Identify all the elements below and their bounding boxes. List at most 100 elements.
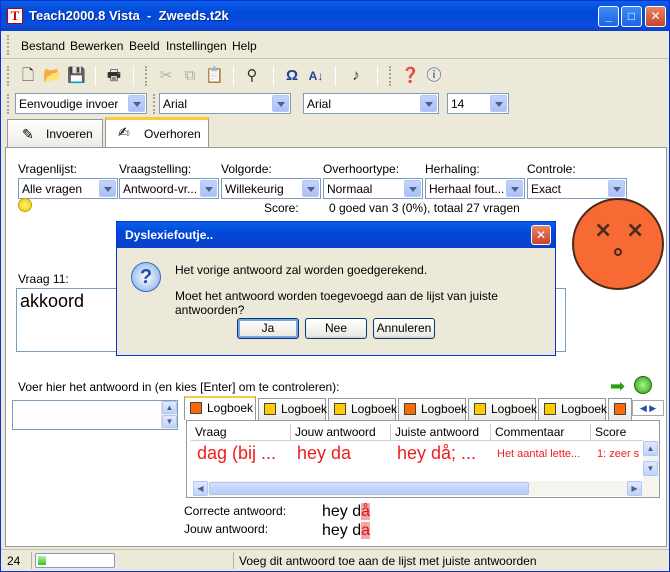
font-size-select[interactable]: 14 — [447, 93, 509, 114]
logbook-tab[interactable]: Logboek — [468, 398, 537, 420]
toolbar-grip[interactable] — [153, 94, 156, 114]
scroll-left-icon[interactable]: ◀ — [193, 481, 208, 496]
dyslexia-dialog: Dyslexiefoutje.. ✕ ? Het vorige antwoord… — [116, 221, 556, 356]
answer-font-select[interactable]: Arial — [303, 93, 439, 114]
check-circle-icon[interactable] — [634, 376, 652, 394]
close-button[interactable]: ✕ — [645, 6, 666, 27]
copy-icon[interactable]: ⧉ — [181, 67, 199, 85]
answer-input[interactable]: ▲ ▼ — [12, 400, 178, 430]
tab-overhoren[interactable]: ✍ Overhoren — [105, 117, 209, 148]
new-file-icon[interactable]: 🗋 — [19, 67, 37, 85]
menu-bestand[interactable]: Bestand — [21, 39, 65, 53]
menu-grip[interactable] — [7, 35, 10, 55]
col-score[interactable]: Score — [591, 424, 643, 441]
chevron-down-icon[interactable] — [99, 180, 116, 197]
toolbar-grip[interactable] — [389, 66, 392, 86]
chevron-down-icon[interactable] — [490, 95, 507, 112]
scroll-down-icon[interactable]: ▼ — [162, 415, 177, 428]
dialog-title[interactable]: Dyslexiefoutje.. — [117, 222, 555, 248]
grid-horizontal-scrollbar[interactable]: ◀ ▶ — [193, 481, 643, 496]
logbook-tab-label: Logboek — [421, 402, 468, 416]
ja-button[interactable]: Ja — [237, 318, 299, 339]
chevron-down-icon[interactable] — [608, 180, 625, 197]
sort-icon[interactable]: A↓ — [307, 67, 325, 85]
col-vraag[interactable]: Vraag — [191, 424, 291, 441]
table-row-user-answer[interactable]: hey da — [291, 443, 391, 467]
chevron-left-icon[interactable]: ◀ — [640, 403, 647, 413]
logbook-tab[interactable]: Logboek — [258, 398, 327, 420]
col-commentaar[interactable]: Commentaar — [491, 424, 591, 441]
logbook-tab[interactable] — [608, 398, 632, 420]
logbook-grid: Vraag Jouw antwoord Juiste antwoord Comm… — [186, 420, 660, 498]
tab-invoeren[interactable]: ✎ Invoeren — [7, 119, 103, 147]
menu-instellingen[interactable]: Instellingen — [166, 39, 227, 53]
lightbulb-icon[interactable] — [18, 198, 32, 212]
help-contents-icon[interactable]: ❓ — [401, 67, 420, 85]
col-juiste-antwoord[interactable]: Juiste antwoord — [391, 424, 491, 441]
score-label: Score: — [264, 201, 299, 215]
logbook-tab[interactable]: Logboek — [328, 398, 397, 420]
vragenlijst-value: Alle vragen — [22, 182, 83, 196]
print-icon[interactable]: 🖶 — [105, 67, 123, 85]
herhaling-select[interactable]: Herhaal fout... — [425, 178, 525, 199]
question-font-select[interactable]: Arial — [159, 93, 291, 114]
scroll-thumb[interactable] — [209, 482, 529, 495]
chevron-down-icon[interactable] — [404, 180, 421, 197]
volgorde-select[interactable]: Willekeurig — [221, 178, 321, 199]
minimize-button[interactable]: _ — [598, 6, 619, 27]
vraagstelling-select[interactable]: Antwoord-vr... — [119, 178, 219, 199]
menu-help[interactable]: Help — [232, 39, 257, 53]
table-row-question[interactable]: dag (bij ... — [191, 443, 291, 467]
input-mode-select[interactable]: Eenvoudige invoer — [15, 93, 147, 114]
vragenlijst-select[interactable]: Alle vragen — [18, 178, 118, 199]
title-bar[interactable]: T Teach2000.8 Vista - Zweeds.t2k _ □ ✕ — [1, 1, 669, 31]
status-count: 24 — [7, 554, 21, 568]
answer-scrollbar[interactable]: ▲ ▼ — [161, 401, 177, 429]
col-jouw-antwoord[interactable]: Jouw antwoord — [291, 424, 391, 441]
special-characters-icon[interactable]: Ω — [283, 67, 301, 85]
scroll-down-icon[interactable]: ▼ — [643, 461, 658, 476]
table-row-comment[interactable]: Het aantal lette... — [491, 448, 591, 472]
nee-button[interactable]: Nee — [305, 318, 367, 339]
scroll-up-icon[interactable]: ▲ — [162, 401, 177, 414]
scroll-right-icon[interactable]: ▶ — [627, 481, 642, 496]
find-icon[interactable]: ⚲ — [243, 67, 261, 85]
annuleren-button[interactable]: Annuleren — [373, 318, 435, 339]
controle-select[interactable]: Exact — [527, 178, 627, 199]
logbook-tab[interactable]: Logboek — [538, 398, 607, 420]
logbook-tab-scroller[interactable]: ◀ ▶ — [632, 400, 664, 416]
table-row-score[interactable]: 1: zeer s — [591, 448, 643, 472]
paste-icon[interactable]: 📋 — [205, 67, 224, 85]
cut-icon[interactable]: ✂ — [157, 67, 175, 85]
chevron-down-icon[interactable] — [420, 95, 437, 112]
chevron-right-icon[interactable]: ▶ — [649, 403, 656, 413]
open-folder-icon[interactable]: 📂 — [43, 67, 62, 85]
logbook-tab[interactable]: Logboek — [398, 398, 468, 420]
logbook-tab-label: Logboek — [207, 401, 254, 415]
save-icon[interactable]: 💾 — [67, 67, 86, 85]
toolbar-grip[interactable] — [7, 66, 10, 86]
chevron-down-icon[interactable] — [506, 180, 523, 197]
logbook-tab[interactable]: Logboek — [184, 396, 256, 420]
music-note-icon[interactable]: ♪ — [347, 67, 365, 85]
chevron-down-icon[interactable] — [302, 180, 319, 197]
toolbar-grip[interactable] — [145, 66, 148, 86]
next-arrow-icon[interactable]: ➡ — [610, 376, 625, 397]
chevron-down-icon[interactable] — [200, 180, 217, 197]
table-row-correct-answer[interactable]: hey då; ... — [391, 443, 491, 467]
overhoortype-select[interactable]: Normaal — [323, 178, 423, 199]
menu-beeld[interactable]: Beeld — [129, 39, 160, 53]
about-icon[interactable]: ⓘ — [425, 67, 443, 85]
scroll-up-icon[interactable]: ▲ — [643, 441, 658, 456]
dialog-close-button[interactable]: ✕ — [531, 225, 551, 245]
toolbar-grip[interactable] — [7, 94, 10, 114]
menu-bewerken[interactable]: Bewerken — [70, 39, 123, 53]
grid-vertical-scrollbar[interactable]: ▲ ▼ — [643, 441, 659, 497]
chevron-down-icon[interactable] — [272, 95, 289, 112]
logbook-tabs: Logboek Logboek Logboek Logboek Logboek … — [184, 396, 664, 420]
status-message: Voeg dit antwoord toe aan de lijst met j… — [239, 554, 537, 568]
chevron-down-icon[interactable] — [128, 95, 145, 112]
user-answer-compare: hey da — [322, 522, 371, 540]
maximize-button[interactable]: □ — [621, 6, 642, 27]
controle-value: Exact — [531, 182, 562, 196]
